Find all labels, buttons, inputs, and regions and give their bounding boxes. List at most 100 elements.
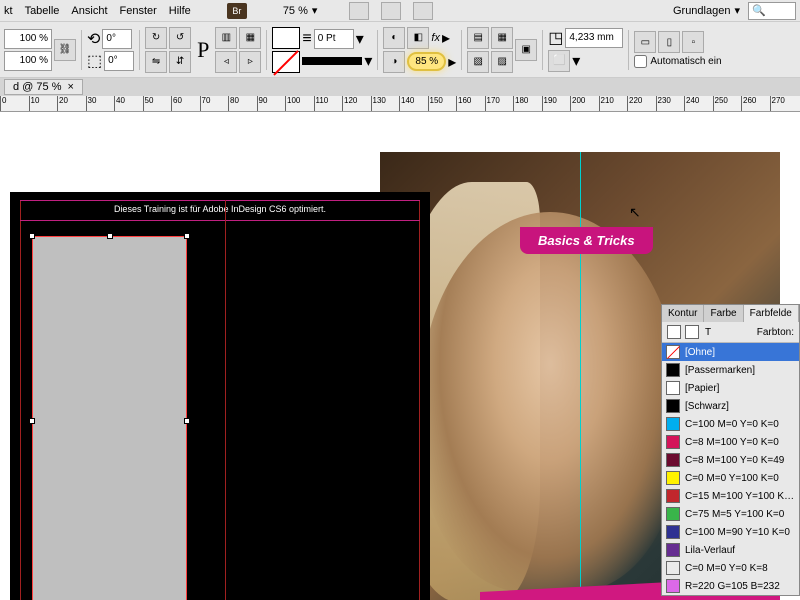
menu-item[interactable]: Tabelle: [25, 5, 60, 17]
stroke-proxy-icon[interactable]: [685, 325, 699, 339]
fit-frame-icon[interactable]: ▯: [658, 31, 680, 53]
rotation-input[interactable]: 0°: [102, 29, 132, 49]
swatches-panel[interactable]: Kontur Farbe Farbfelde T Farbton: [Ohne]…: [661, 304, 800, 596]
swatch-name: C=15 M=100 Y=100 K=0: [685, 491, 795, 502]
menu-item[interactable]: Hilfe: [169, 5, 191, 17]
ruler-tick: 220: [627, 96, 642, 111]
left-page[interactable]: Dieses Training ist für Adobe InDesign C…: [10, 192, 430, 600]
select-next-icon[interactable]: ▹: [239, 51, 261, 73]
flip-h-icon[interactable]: ⇋: [145, 51, 167, 73]
fx-button[interactable]: fx: [431, 32, 440, 44]
auto-fit-checkbox[interactable]: Automatisch ein: [634, 55, 721, 68]
tab-farbfelder[interactable]: Farbfelde: [744, 305, 799, 322]
menu-item[interactable]: kt: [4, 5, 13, 17]
flip-v-icon[interactable]: ⇵: [169, 51, 191, 73]
close-icon[interactable]: ×: [67, 81, 73, 93]
frame-fitting-icon[interactable]: ▣: [515, 39, 537, 61]
swatch-row[interactable]: C=8 M=100 Y=0 K=0: [662, 433, 799, 451]
select-content-icon[interactable]: ▦: [239, 27, 261, 49]
ruler-tick: 150: [428, 96, 443, 111]
resize-handle[interactable]: [29, 418, 35, 424]
chevron-down-icon[interactable]: ▾: [356, 29, 364, 49]
swatch-row[interactable]: C=0 M=0 Y=100 K=0: [662, 469, 799, 487]
text-wrap-none-icon[interactable]: ▤: [467, 27, 489, 49]
opacity-value[interactable]: 85 %: [407, 52, 446, 71]
chevron-down-icon[interactable]: ▾: [364, 51, 372, 71]
ruler-tick: 50: [143, 96, 154, 111]
shear-input[interactable]: 0°: [104, 51, 134, 71]
swatch-row[interactable]: C=8 M=100 Y=0 K=49: [662, 451, 799, 469]
guide[interactable]: [20, 220, 420, 221]
rotate-icon: ⟲: [87, 29, 100, 49]
chevron-down-icon[interactable]: ▾: [572, 51, 580, 71]
panel-tabs: Kontur Farbe Farbfelde: [662, 305, 799, 322]
screen-mode-icon[interactable]: [381, 2, 401, 20]
opacity-icon[interactable]: ◐: [383, 27, 405, 49]
corner-radius-input[interactable]: 4,233 mm: [565, 28, 623, 48]
swatch-row[interactable]: [Papier]: [662, 379, 799, 397]
center-content-icon[interactable]: ▫: [682, 31, 704, 53]
select-prev-icon[interactable]: ◃: [215, 51, 237, 73]
selected-frame[interactable]: [32, 236, 187, 600]
arrange-icon[interactable]: [413, 2, 433, 20]
guide-line[interactable]: [580, 152, 581, 600]
swatch-row[interactable]: C=0 M=0 Y=0 K=8: [662, 559, 799, 577]
text-wrap-jump-icon[interactable]: ▨: [491, 51, 513, 73]
swatch-row[interactable]: R=220 G=105 B=232: [662, 577, 799, 595]
ruler-tick: 200: [570, 96, 585, 111]
swatch-row[interactable]: [Passermarken]: [662, 361, 799, 379]
document-tab[interactable]: d @ 75 % ×: [4, 79, 83, 95]
menu-item[interactable]: Ansicht: [71, 5, 107, 17]
swatch-row[interactable]: C=100 M=90 Y=10 K=0: [662, 523, 799, 541]
zoom-level[interactable]: 75 % ▾: [283, 4, 318, 17]
horizontal-ruler[interactable]: 0102030405060708090100110120130140150160…: [0, 96, 800, 112]
swatch-row[interactable]: [Schwarz]: [662, 397, 799, 415]
swatch-list: [Ohne][Passermarken][Papier][Schwarz] C=1…: [662, 343, 799, 595]
stroke-swatch[interactable]: [272, 51, 300, 73]
search-input[interactable]: 🔍: [748, 2, 796, 20]
swatch-row[interactable]: [Ohne]: [662, 343, 799, 361]
blend-icon[interactable]: ◑: [383, 51, 405, 73]
fill-proxy-icon[interactable]: [667, 325, 681, 339]
stroke-style[interactable]: [302, 57, 362, 65]
fill-swatch[interactable]: [272, 27, 300, 49]
rotate-ccw-icon[interactable]: ↺: [169, 27, 191, 49]
swatch-row[interactable]: Lila-Verlauf: [662, 541, 799, 559]
scale-y-input[interactable]: 100 %: [4, 51, 52, 71]
ruler-tick: 210: [599, 96, 614, 111]
resize-handle[interactable]: [184, 233, 190, 239]
view-options-icon[interactable]: [349, 2, 369, 20]
swatch-row[interactable]: C=15 M=100 Y=100 K=0: [662, 487, 799, 505]
document-tab-bar: d @ 75 % ×: [0, 78, 800, 96]
resize-handle[interactable]: [107, 233, 113, 239]
badge-tab[interactable]: Basics & Tricks: [520, 227, 653, 254]
link-icon[interactable]: ⛓: [54, 39, 76, 61]
scale-x-input[interactable]: 100 %: [4, 29, 52, 49]
bridge-icon[interactable]: Br: [227, 3, 247, 19]
text-wrap-bbox-icon[interactable]: ▦: [491, 27, 513, 49]
resize-handle[interactable]: [184, 418, 190, 424]
menu-item[interactable]: Fenster: [120, 5, 157, 17]
swatch-row[interactable]: C=100 M=0 Y=0 K=0: [662, 415, 799, 433]
resize-handle[interactable]: [29, 233, 35, 239]
drop-shadow-icon[interactable]: ◧: [407, 27, 429, 49]
swatch-row[interactable]: C=75 M=5 Y=100 K=0: [662, 505, 799, 523]
paragraph-icon[interactable]: P: [193, 37, 213, 63]
ruler-tick: 170: [485, 96, 500, 111]
training-text[interactable]: Dieses Training ist für Adobe InDesign C…: [70, 204, 370, 214]
tab-kontur[interactable]: Kontur: [662, 305, 704, 322]
swatch-chip: [666, 399, 680, 413]
fit-content-icon[interactable]: ▭: [634, 31, 656, 53]
swatch-name: C=100 M=0 Y=0 K=0: [685, 419, 795, 430]
select-container-icon[interactable]: ▥: [215, 27, 237, 49]
corner-shape[interactable]: ⬜: [548, 50, 570, 72]
canvas[interactable]: Basics & Tricks InDesign-Tra 12 h Video-…: [0, 112, 800, 600]
ruler-tick: 190: [542, 96, 557, 111]
stroke-weight-input[interactable]: 0 Pt: [314, 29, 354, 49]
rotate-cw-icon[interactable]: ↻: [145, 27, 167, 49]
tab-farbe[interactable]: Farbe: [704, 305, 743, 322]
workspace-switcher[interactable]: Grundlagen ▾: [673, 4, 740, 17]
guide[interactable]: [20, 200, 420, 201]
text-wrap-shape-icon[interactable]: ▧: [467, 51, 489, 73]
swatch-chip: [666, 435, 680, 449]
